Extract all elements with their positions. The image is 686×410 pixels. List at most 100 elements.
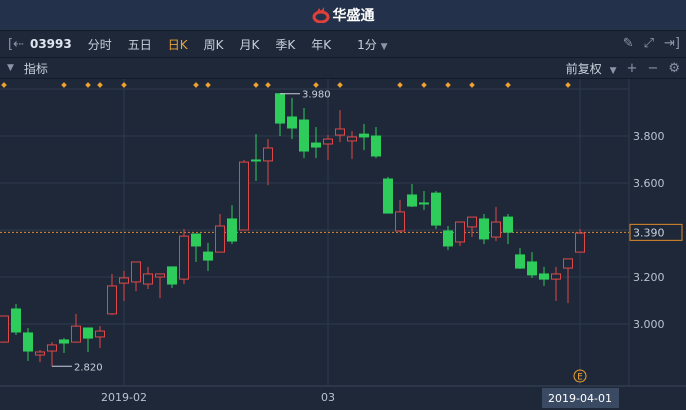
candle-up	[455, 221, 465, 243]
event-marker-dot	[469, 82, 475, 88]
candle-up	[263, 147, 273, 162]
candle-up	[47, 344, 57, 352]
event-marker-dot	[337, 82, 343, 88]
candlestick-chart[interactable]: 3.000 3.200 3.600 3.800 3.390 3.980 2.820 2019-…	[0, 79, 686, 410]
candle-down	[251, 159, 261, 162]
event-marker-dot	[61, 82, 67, 88]
candle-up	[107, 285, 117, 315]
candle-down	[203, 251, 213, 261]
pencil-icon[interactable]: ✎	[623, 36, 634, 51]
indicator-toggle-icon[interactable]: ▼	[7, 63, 14, 73]
candle-down	[527, 261, 537, 276]
candle-down	[299, 119, 309, 152]
candle-down	[419, 202, 429, 205]
y-tick-label: 3.200	[633, 271, 665, 284]
event-marker-dot	[421, 82, 427, 88]
collapse-left-icon[interactable]: [⇠	[8, 37, 24, 52]
candle-down	[59, 339, 69, 344]
candle-up	[155, 273, 165, 278]
fullscreen-icon[interactable]: ⤢	[644, 36, 654, 51]
zoom-out-icon[interactable]: −	[647, 61, 658, 76]
candle-down	[383, 178, 393, 214]
interval-select[interactable]: 1分 ▼	[357, 36, 387, 53]
indicator-label[interactable]: 指标	[24, 60, 48, 77]
event-marker-dot	[193, 82, 199, 88]
candle-down	[311, 142, 321, 148]
event-marker-dot	[97, 82, 103, 88]
event-marker-dot	[397, 82, 403, 88]
x-tick-label: 2019-02	[101, 391, 147, 404]
y-tick-label: 3.800	[633, 130, 665, 143]
candle-down	[167, 266, 177, 285]
app-title: 华盛通	[332, 8, 375, 24]
candle-down	[275, 93, 285, 124]
y-tick-label: 3.600	[633, 177, 665, 190]
event-marker-dot	[505, 82, 511, 88]
candle-up	[143, 273, 153, 285]
candle-up	[323, 138, 333, 145]
earnings-icon-label: E	[577, 373, 583, 383]
candle-up	[575, 232, 585, 253]
tab-daily-k[interactable]: 日K	[168, 36, 188, 53]
indicator-bar: ▼ 指标 前复权 ▼ + − ⚙	[0, 58, 686, 79]
candle-up	[119, 277, 129, 284]
event-marker-dot	[265, 82, 271, 88]
tab-five-day[interactable]: 五日	[128, 36, 152, 53]
tab-quarterly-k[interactable]: 季K	[275, 36, 295, 53]
candle-up	[179, 235, 189, 280]
candle-up	[467, 216, 477, 228]
flame-logo-icon	[312, 7, 329, 23]
candle-down	[515, 254, 525, 269]
candle-down	[227, 218, 237, 242]
interval-value: 1分	[357, 37, 377, 52]
low-price-label: 2.820	[74, 362, 103, 373]
event-marker-dot	[565, 82, 571, 88]
candle-down	[539, 273, 549, 280]
event-marker-dot	[85, 82, 91, 88]
chevron-down-icon: ▼	[380, 41, 388, 52]
candle-down	[431, 192, 441, 226]
candle-up	[239, 161, 249, 231]
candle-up	[0, 315, 9, 343]
stock-code: 03993	[29, 37, 72, 51]
event-marker-dot	[313, 82, 319, 88]
period-toolbar: [⇠ 03993 分时 五日 日K 周K 月K 季K 年K 1分 ▼ ✎ ⤢ ⇥…	[0, 31, 686, 58]
candle-up	[563, 258, 573, 269]
candle-down	[359, 133, 369, 138]
gear-icon[interactable]: ⚙	[668, 61, 680, 76]
candle-down	[11, 308, 21, 333]
candle-down	[23, 332, 33, 352]
last-price-label: 3.390	[633, 226, 665, 239]
tab-weekly-k[interactable]: 周K	[204, 36, 224, 53]
adjust-value: 前复权	[565, 62, 602, 76]
candle-up	[395, 211, 405, 232]
candle-up	[131, 261, 141, 283]
tab-monthly-k[interactable]: 月K	[240, 36, 260, 53]
title-bar: 华盛通	[0, 0, 686, 31]
candle-down	[371, 135, 381, 157]
candle-up	[71, 325, 81, 343]
x-tick-label: 03	[321, 391, 335, 404]
zoom-in-icon[interactable]: +	[627, 61, 638, 76]
tab-intraday[interactable]: 分时	[88, 36, 112, 53]
tab-yearly-k[interactable]: 年K	[311, 36, 331, 53]
candle-up	[95, 330, 105, 338]
event-marker-dot	[205, 82, 211, 88]
candle-up	[347, 136, 357, 142]
chevron-down-icon: ▼	[609, 66, 617, 76]
collapse-right-icon[interactable]: ⇥]	[664, 36, 680, 51]
candle-up	[35, 351, 45, 356]
candle-up	[551, 273, 561, 280]
candle-down	[407, 194, 417, 207]
event-marker-dot	[121, 82, 127, 88]
cursor-date-label: 2019-04-01	[548, 392, 612, 405]
candle-down	[191, 233, 201, 247]
event-marker-dot	[445, 82, 451, 88]
candle-down	[83, 327, 93, 339]
candle-down	[443, 230, 453, 247]
event-marker-dot	[253, 82, 259, 88]
candle-up	[335, 128, 345, 136]
candle-down	[479, 218, 489, 240]
candle-down	[287, 116, 297, 129]
adjust-select[interactable]: 前复权 ▼	[566, 60, 617, 77]
